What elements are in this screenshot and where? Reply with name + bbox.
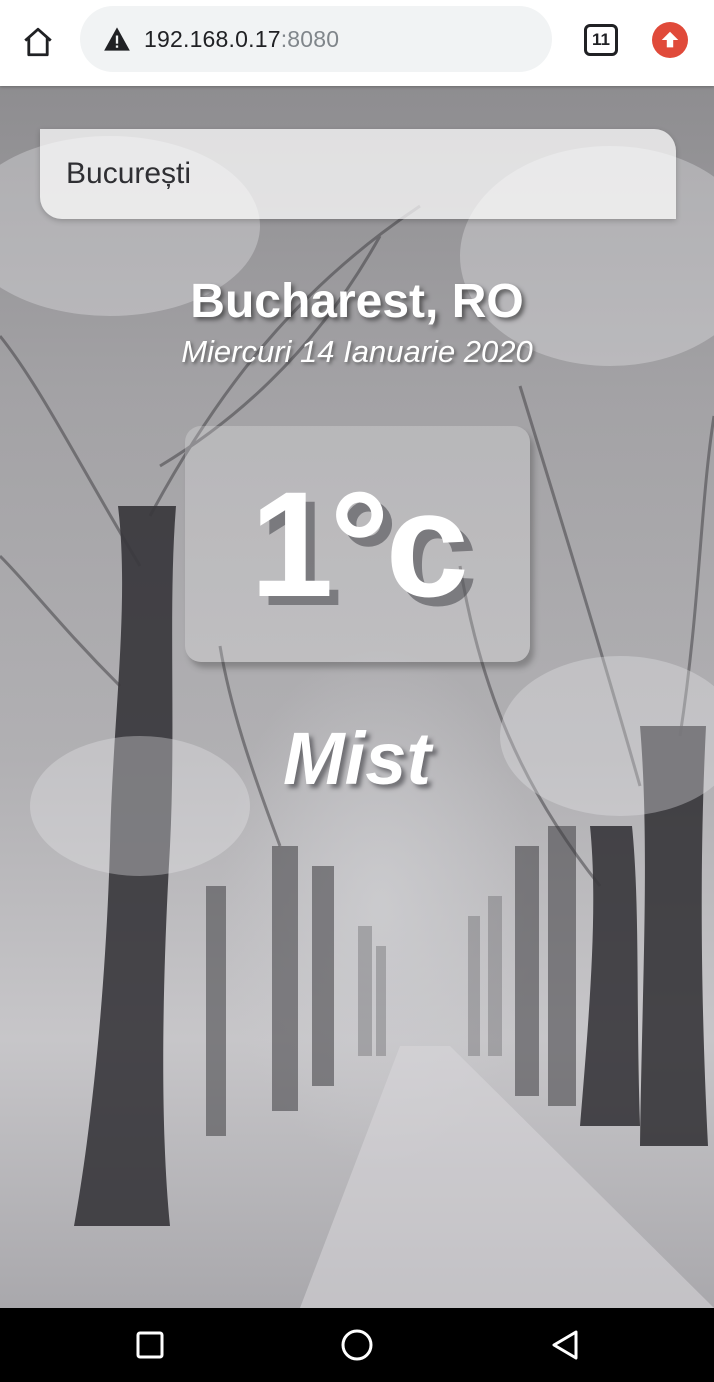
home-nav-button[interactable] [337, 1325, 377, 1365]
home-circle-icon [341, 1329, 373, 1361]
recents-icon [136, 1331, 164, 1359]
city-search-input[interactable]: București [40, 129, 676, 219]
date-text: Miercuri 14 Ianuarie 2020 [181, 334, 533, 369]
tab-switcher-button[interactable]: 11 [584, 24, 618, 56]
browser-toolbar: 192.168.0.17:8080 11 [0, 0, 714, 86]
address-bar[interactable]: 192.168.0.17:8080 [80, 6, 552, 72]
update-arrow-icon [661, 31, 679, 48]
weather-app: București Bucharest, RO Miercuri 14 Ianu… [0, 86, 714, 1308]
back-icon [552, 1330, 578, 1360]
tab-count: 11 [592, 30, 610, 49]
home-icon [24, 27, 52, 57]
url-host: 192.168.0.17 [144, 25, 281, 52]
location-title: Bucharest, RO [190, 275, 524, 328]
winter-forest-background [0, 136, 714, 1308]
url-text[interactable]: 192.168.0.17:8080 [144, 26, 339, 53]
recents-button[interactable] [130, 1325, 170, 1365]
temperature-card: 1°c [185, 426, 530, 662]
back-button[interactable] [545, 1325, 585, 1365]
url-port: :8080 [280, 25, 340, 52]
home-button[interactable] [18, 22, 58, 62]
update-button[interactable] [652, 22, 688, 58]
warning-icon[interactable] [102, 24, 132, 54]
temperature-value: 1°c [250, 460, 469, 628]
city-search-value: București [66, 157, 192, 190]
weather-condition: Mist [283, 717, 431, 800]
android-nav-bar [0, 1308, 714, 1382]
